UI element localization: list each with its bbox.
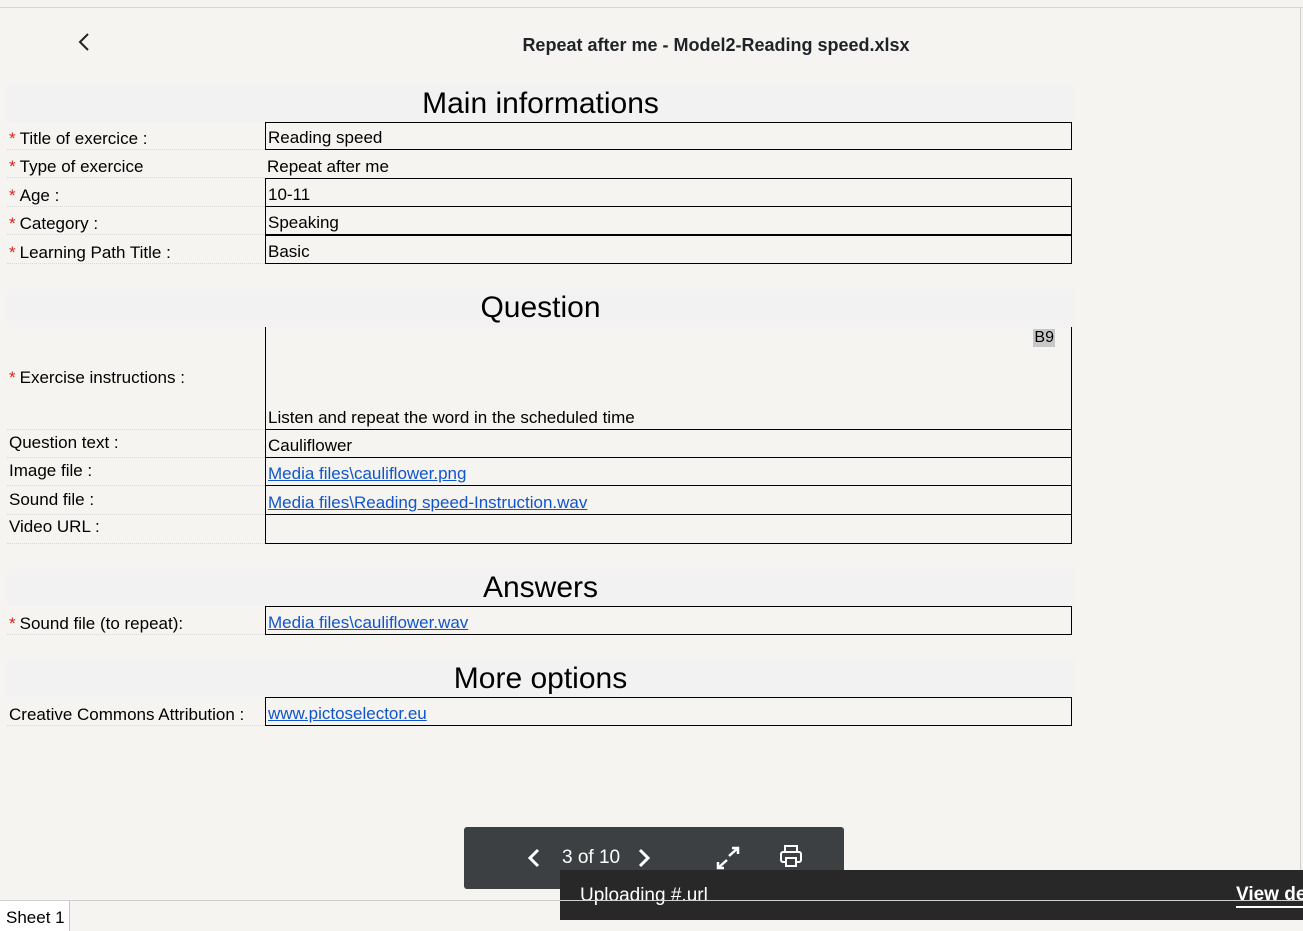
field-label: Question text :	[9, 433, 119, 452]
field-value-cell[interactable]: 10-11	[265, 178, 1072, 207]
field-value-cell[interactable]: Cauliflower	[265, 429, 1072, 458]
required-marker: *	[9, 129, 16, 148]
field-label: * Type of exercice	[9, 157, 144, 176]
field-value-cell[interactable]: Basic	[265, 235, 1072, 264]
field-label: * Category :	[9, 214, 99, 233]
required-marker: *	[9, 368, 16, 387]
section-main-informations: Main informations	[7, 85, 1074, 122]
scrollbar-edge	[1300, 8, 1301, 900]
row-exercise-instructions: * Exercise instructions : B9 Listen and r…	[7, 327, 1074, 430]
field-value-cell[interactable]: Speaking	[265, 206, 1072, 235]
sheet-tab-1[interactable]: Sheet 1	[0, 901, 70, 931]
field-value-cell[interactable]: Repeat after me	[265, 150, 1072, 178]
row-creative-commons: Creative Commons Attribution : www.picto…	[7, 697, 1074, 726]
field-value-cell: Media files\cauliflower.wav	[265, 606, 1072, 635]
row-sound-file: Sound file : Media files\Reading speed-I…	[7, 485, 1074, 515]
answer-sound-link[interactable]: Media files\cauliflower.wav	[268, 613, 468, 633]
field-value-cell[interactable]: Reading speed	[265, 122, 1072, 150]
section-question: Question	[7, 289, 1074, 327]
row-category: * Category : Speaking	[7, 206, 1074, 235]
top-divider	[0, 7, 1303, 8]
field-label: * Learning Path Title :	[9, 243, 171, 262]
sound-file-link[interactable]: Media files\Reading speed-Instruction.wa…	[268, 493, 587, 513]
field-value-cell: Media files\cauliflower.png	[265, 457, 1072, 486]
chevron-left-icon	[527, 848, 540, 868]
row-type-of-exercice: * Type of exercice Repeat after me	[7, 150, 1074, 178]
field-value-cell: www.pictoselector.eu	[265, 697, 1072, 726]
field-label: Sound file :	[9, 490, 95, 509]
previous-page-button[interactable]	[526, 847, 542, 874]
required-marker: *	[9, 157, 16, 176]
row-age: * Age : 10-11	[7, 178, 1074, 207]
field-value-cell[interactable]: B9 Listen and repeat the word in the sch…	[265, 327, 1072, 430]
field-label: * Sound file (to repeat):	[9, 614, 184, 633]
page-count: 3 of 10	[562, 847, 621, 868]
chevron-left-icon	[78, 33, 89, 51]
required-marker: *	[9, 614, 16, 633]
required-marker: *	[9, 186, 16, 205]
print-icon	[780, 845, 802, 867]
field-label: * Age :	[9, 186, 60, 205]
row-video-url: Video URL :	[7, 514, 1074, 544]
row-learning-path-title: * Learning Path Title : Basic	[7, 235, 1074, 264]
section-answers: Answers	[7, 569, 1074, 606]
row-title-of-exercice: * Title of exercice : Reading speed	[7, 122, 1074, 150]
field-label: Creative Commons Attribution :	[9, 705, 245, 724]
required-marker: *	[9, 214, 16, 233]
row-sound-file-to-repeat: * Sound file (to repeat): Media files\cau…	[7, 606, 1074, 635]
section-more-options: More options	[7, 660, 1074, 697]
image-file-link[interactable]: Media files\cauliflower.png	[268, 464, 466, 484]
field-label: * Title of exercice :	[9, 129, 148, 148]
row-question-text: Question text : Cauliflower	[7, 429, 1074, 458]
document-title: Repeat after me - Model2-Reading speed.x…	[522, 35, 910, 55]
row-image-file: Image file : Media files\cauliflower.png	[7, 457, 1074, 486]
field-label: Video URL :	[9, 517, 100, 536]
cell-reference-badge: B9	[1033, 329, 1055, 347]
field-value-cell: Media files\Reading speed-Instruction.wa…	[265, 485, 1072, 515]
sheet-tab-bar: Sheet 1	[0, 900, 1303, 931]
expand-icon	[716, 846, 740, 870]
attribution-link[interactable]: www.pictoselector.eu	[268, 704, 427, 724]
chevron-right-icon	[638, 848, 651, 868]
field-value-cell[interactable]	[265, 514, 1072, 544]
back-button[interactable]	[72, 30, 98, 56]
required-marker: *	[9, 243, 16, 262]
field-label: * Exercise instructions :	[9, 368, 185, 387]
field-label: Image file :	[9, 461, 93, 480]
